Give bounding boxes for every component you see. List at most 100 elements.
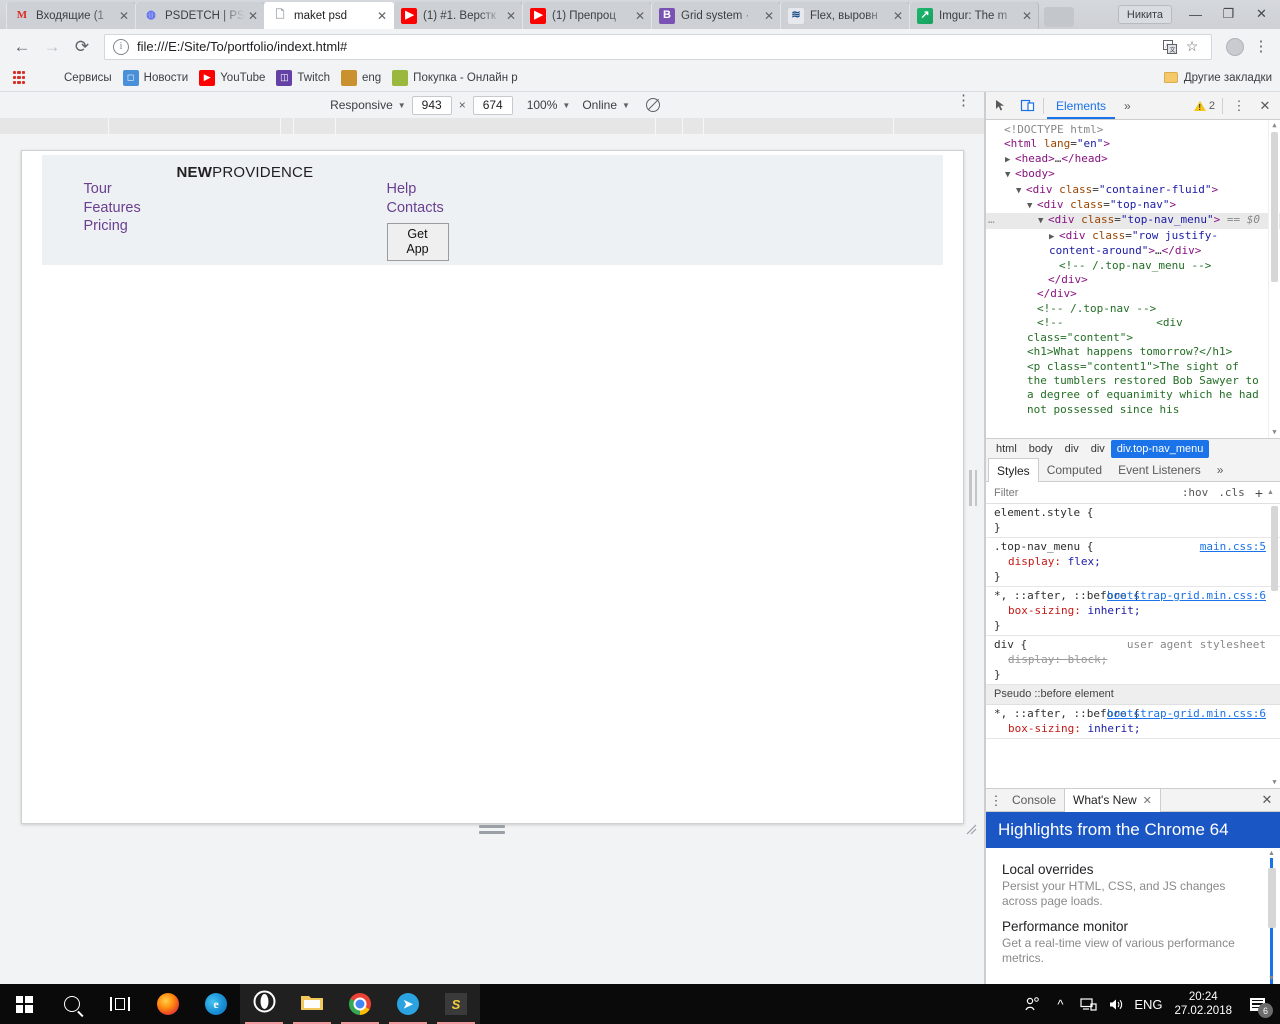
breadcrumb-item[interactable]: div [1085,440,1111,458]
tab-elements[interactable]: Elements [1047,92,1115,119]
bookmark-apps[interactable] [8,67,39,89]
address-bar[interactable]: i file:///E:/Site/To/portfolio/indext.ht… [104,34,1212,60]
scroll-up-icon[interactable]: ▲ [1269,120,1280,131]
nav-link-contacts[interactable]: Contacts [387,199,449,218]
style-rule-source-link[interactable]: main.css:5 [1200,539,1266,554]
style-rule-pseudo[interactable]: *, ::after, ::before {bootstrap-grid.min… [986,705,1280,739]
translate-icon[interactable]: A文 [1159,36,1181,58]
style-rule-source-link[interactable]: bootstrap-grid.min.css:6 [1107,706,1266,721]
drawer-close-icon[interactable]: ✕ [1254,792,1280,808]
toggle-device-toolbar-icon[interactable] [1014,94,1040,118]
maximize-icon[interactable]: ❐ [1212,1,1245,27]
whats-new-scrollbar[interactable]: ▲ ▼ [1266,848,1278,984]
bookmark-item[interactable]: eng [338,67,388,89]
devtools-close-icon[interactable]: ✕ [1252,94,1278,118]
breadcrumb-item[interactable]: html [990,440,1023,458]
breadcrumb-item-selected[interactable]: div.top-nav_menu [1111,440,1210,458]
scrollbar-thumb[interactable] [1271,506,1278,591]
style-rule[interactable]: element.style {} [986,504,1280,538]
dom-node[interactable]: <!-- /.top-nav_menu --> [986,259,1280,273]
disclosure-triangle-icon[interactable]: ▶ [1005,153,1015,167]
taskbar-chrome[interactable] [336,984,384,1024]
whats-new-item[interactable]: Local overrides Persist your HTML, CSS, … [1002,862,1264,908]
close-window-icon[interactable]: ✕ [1245,1,1278,27]
taskbar-file-explorer[interactable] [288,984,336,1024]
scroll-down-icon[interactable]: ▼ [1266,973,1277,984]
back-button[interactable]: ← [8,33,36,61]
style-rule[interactable]: div {user agent stylesheetdisplay: block… [986,636,1280,685]
viewport-width-input[interactable]: 943 [412,96,452,115]
people-icon[interactable] [1018,984,1046,1024]
zoom-selector[interactable]: 100% ▼ [527,98,571,112]
taskbar-telegram[interactable]: ➤ [384,984,432,1024]
dom-node[interactable]: <!-- <div class="content"> <h1>What happ… [986,316,1280,417]
dom-node[interactable]: </div> [986,287,1280,301]
breadcrumb-item[interactable]: div [1059,440,1085,458]
device-selector[interactable]: Responsive ▼ [330,98,406,112]
devtools-settings-icon[interactable]: ⋮ [1226,94,1252,118]
viewport-height-input[interactable]: 674 [473,96,513,115]
tab-computed[interactable]: Computed [1039,459,1110,481]
disclosure-triangle-icon[interactable]: ▼ [1027,199,1037,213]
hov-button[interactable]: :hov [1182,486,1209,499]
tab-whats-new[interactable]: What's New ✕ [1064,789,1161,812]
dom-tree-scrollbar[interactable]: ▲ ▼ [1268,120,1279,438]
browser-tab[interactable]: ▶ (1) #1. Верстк ✕ [393,2,523,29]
tab-close-icon[interactable]: ✕ [632,8,648,24]
network-throttle-selector[interactable]: Online ▼ [582,98,630,112]
network-icon[interactable] [1074,984,1102,1024]
dom-node[interactable]: <!DOCTYPE html> [986,123,1280,137]
nav-link-tour[interactable]: Tour [84,180,141,199]
page-viewport[interactable]: NEWPROVIDENCE Tour Features Pricing Help… [21,150,964,824]
language-indicator[interactable]: ENG [1130,984,1166,1024]
bookmark-item[interactable]: ◫ Twitch [273,67,337,89]
tab-styles[interactable]: Styles [988,458,1039,483]
bookmark-item[interactable]: Покупка - Онлайн р [389,67,524,89]
tab-close-icon[interactable]: ✕ [890,8,906,24]
new-tab-button[interactable] [1044,7,1074,27]
taskbar-opera[interactable] [240,984,288,1024]
dom-node[interactable]: <!-- /.top-nav --> [986,302,1280,316]
show-hidden-icons-chevron-icon[interactable]: ^ [1046,984,1074,1024]
browser-tab[interactable]: B Grid system · ✕ [651,2,781,29]
taskbar-firefox[interactable] [144,984,192,1024]
browser-tab[interactable]: ≋ Flex, выровн ✕ [780,2,910,29]
dom-node-badge[interactable]: … [988,213,995,227]
tab-close-icon[interactable]: ✕ [245,8,261,24]
taskbar-edge[interactable]: e [192,984,240,1024]
tab-event-listeners[interactable]: Event Listeners [1110,459,1209,481]
more-panes-icon[interactable]: » [1209,459,1232,481]
bookmark-star-icon[interactable]: ☆ [1181,36,1203,58]
bookmark-item[interactable]: ◻ Новости [120,67,196,89]
other-bookmarks-folder[interactable]: Другие закладки [1164,72,1272,84]
tab-close-icon[interactable]: ✕ [503,8,519,24]
dom-node[interactable]: ▼<div class="top-nav"> [986,198,1280,213]
browser-tab-active[interactable]: 🗋 maket psd ✕ [264,2,394,29]
tab-close-icon[interactable]: ✕ [1019,8,1035,24]
styles-pane[interactable]: element.style {}.top-nav_menu {main.css:… [986,504,1280,788]
dom-tree[interactable]: <!DOCTYPE html><html lang="en">▶<head>…<… [986,120,1280,438]
dom-node[interactable]: ▶<head>…</head> [986,152,1280,167]
dom-node[interactable]: ▼<body> [986,167,1280,182]
dom-node-selected[interactable]: …▼<div class="top-nav_menu"> == $0 [986,213,1280,228]
styles-scroll-down-icon[interactable]: ▼ [1269,777,1280,788]
disclosure-triangle-icon[interactable]: ▼ [1005,168,1015,182]
style-rule[interactable]: .top-nav_menu {main.css:5display: flex;} [986,538,1280,587]
taskbar-sublime-text[interactable]: S [432,984,480,1024]
css-declaration[interactable]: box-sizing: inherit; [994,721,1270,736]
search-button[interactable] [48,984,96,1024]
start-button[interactable] [0,984,48,1024]
browser-tab[interactable]: ◍ PSDETCH | PS ✕ [135,2,265,29]
browser-tab[interactable]: ▶ (1) Препроц ✕ [522,2,652,29]
css-declaration[interactable]: display: block; [994,652,1270,667]
style-rule-source-link[interactable]: bootstrap-grid.min.css:6 [1107,588,1266,603]
devtools-splitter-handle[interactable] [969,470,977,506]
chrome-menu-icon[interactable]: ⋮ [1250,41,1272,53]
bookmark-item[interactable]: Сервисы [40,67,119,89]
minimize-icon[interactable]: ― [1179,1,1212,27]
notification-center-button[interactable]: 6 [1240,984,1274,1024]
new-style-rule-button[interactable]: + [1255,485,1263,501]
nav-link-features[interactable]: Features [84,199,141,218]
reload-button[interactable]: ⟳ [68,33,96,61]
volume-icon[interactable] [1102,984,1130,1024]
